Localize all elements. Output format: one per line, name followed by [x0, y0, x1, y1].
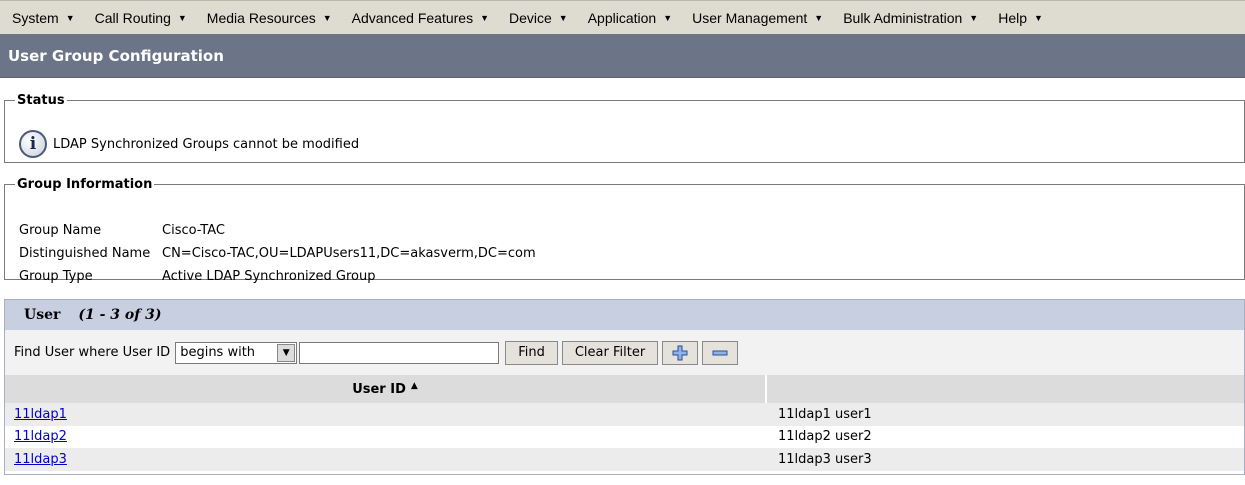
add-filter-button[interactable]	[662, 340, 699, 365]
menu-label: Media Resources	[206, 9, 316, 26]
user-panel-header: User (1 - 3 of 3)	[5, 300, 1244, 330]
table-row: 11ldap1 11ldap1 user1	[5, 403, 1244, 426]
menu-label: Advanced Features	[351, 9, 474, 26]
user-panel-title: User	[24, 307, 61, 323]
user-panel: User (1 - 3 of 3) Find User where User I…	[4, 299, 1245, 475]
group-information-legend: Group Information	[17, 177, 153, 192]
menu-label: Device	[508, 9, 552, 26]
user-grid-header: User ID ▲	[5, 375, 1244, 403]
group-name-row: Group Name Cisco-TAC	[19, 219, 536, 242]
status-legend: Status	[17, 93, 65, 108]
menu-label: Help	[998, 9, 1027, 26]
status-message: LDAP Synchronized Groups cannot be modif…	[53, 136, 360, 152]
user-name-cell: 11ldap1 user1	[778, 406, 872, 422]
filter-label: Find User where User ID	[14, 345, 171, 360]
group-type-label: Group Type	[19, 269, 93, 284]
menu-bulk-administration[interactable]: Bulk Administration ▼	[831, 1, 986, 34]
clear-filter-button[interactable]: Clear Filter	[561, 340, 659, 365]
chevron-down-icon: ▼	[1034, 12, 1043, 23]
menu-device[interactable]: Device ▼	[497, 1, 576, 34]
chevron-down-icon: ▼	[663, 12, 673, 23]
sort-ascending-icon: ▲	[410, 381, 418, 391]
menu-label: Call Routing	[94, 9, 171, 26]
group-name-value: Cisco-TAC	[162, 223, 225, 238]
menu-label: User Management	[692, 9, 808, 26]
distinguished-name-value: CN=Cisco-TAC,OU=LDAPUsers11,DC=akasverm,…	[162, 246, 536, 261]
remove-filter-button[interactable]	[702, 340, 739, 365]
page-title-bar: User Group Configuration	[0, 34, 1245, 78]
info-icon: i	[19, 130, 47, 158]
plus-icon	[672, 345, 688, 360]
chevron-down-icon: ▼	[177, 12, 187, 23]
find-button[interactable]: Find	[505, 340, 558, 365]
menu-application[interactable]: Application ▼	[576, 1, 680, 34]
menu-help[interactable]: Help ▼	[986, 1, 1051, 34]
minus-icon	[712, 350, 728, 355]
group-type-row: Group Type Active LDAP Synchronized Grou…	[19, 265, 536, 288]
find-button-label: Find	[518, 345, 545, 360]
user-id-link[interactable]: 11ldap1	[14, 407, 67, 422]
table-row: 11ldap2 11ldap2 user2	[5, 425, 1244, 448]
column-header-label: User ID	[352, 381, 406, 397]
filter-operator-value: begins with	[180, 345, 256, 360]
distinguished-name-row: Distinguished Name CN=Cisco-TAC,OU=LDAPU…	[19, 242, 536, 265]
column-header-user-id[interactable]: User ID ▲	[5, 375, 767, 403]
chevron-down-icon: ▼	[480, 12, 489, 23]
menu-call-routing[interactable]: Call Routing ▼	[83, 1, 195, 34]
user-id-link[interactable]: 11ldap3	[14, 452, 67, 467]
column-header-name	[767, 375, 1244, 403]
user-id-link[interactable]: 11ldap2	[14, 429, 67, 444]
chevron-down-icon: ▼	[814, 12, 824, 23]
menu-media-resources[interactable]: Media Resources ▼	[195, 1, 340, 34]
page-title: User Group Configuration	[8, 46, 224, 65]
status-message-row: i LDAP Synchronized Groups cannot be mod…	[19, 130, 359, 158]
table-row: 11ldap3 11ldap3 user3	[5, 448, 1244, 471]
chevron-down-icon: ▼	[322, 12, 332, 23]
status-section: Status i LDAP Synchronized Groups cannot…	[4, 93, 1245, 163]
filter-row: Find User where User ID begins with ▼ Fi…	[5, 330, 1244, 375]
chevron-down-icon: ▼	[558, 12, 568, 23]
user-name-cell: 11ldap3 user3	[778, 451, 872, 467]
group-name-label: Group Name	[19, 223, 102, 238]
group-information-section: Group Information Group Name Cisco-TAC D…	[4, 177, 1245, 284]
menu-label: Application	[587, 9, 657, 26]
menu-advanced-features[interactable]: Advanced Features ▼	[340, 1, 497, 34]
chevron-down-icon[interactable]: ▼	[277, 343, 296, 362]
menu-label: System	[12, 9, 59, 26]
clear-filter-button-label: Clear Filter	[574, 345, 646, 360]
distinguished-name-label: Distinguished Name	[19, 246, 151, 261]
menu-bar: System ▼ Call Routing ▼ Media Resources ▼ A…	[0, 0, 1245, 34]
chevron-down-icon: ▼	[969, 12, 979, 23]
menu-label: Bulk Administration	[843, 9, 963, 26]
filter-operator-select[interactable]: begins with ▼	[175, 341, 298, 364]
group-type-value: Active LDAP Synchronized Group	[162, 269, 376, 284]
menu-user-management[interactable]: User Management ▼	[680, 1, 831, 34]
filter-search-input[interactable]	[299, 341, 500, 364]
group-info-table: Group Name Cisco-TAC Distinguished Name …	[19, 219, 536, 288]
user-count: (1 - 3 of 3)	[78, 307, 162, 323]
menu-system[interactable]: System ▼	[0, 1, 83, 34]
user-name-cell: 11ldap2 user2	[778, 429, 872, 445]
chevron-down-icon: ▼	[65, 12, 75, 23]
